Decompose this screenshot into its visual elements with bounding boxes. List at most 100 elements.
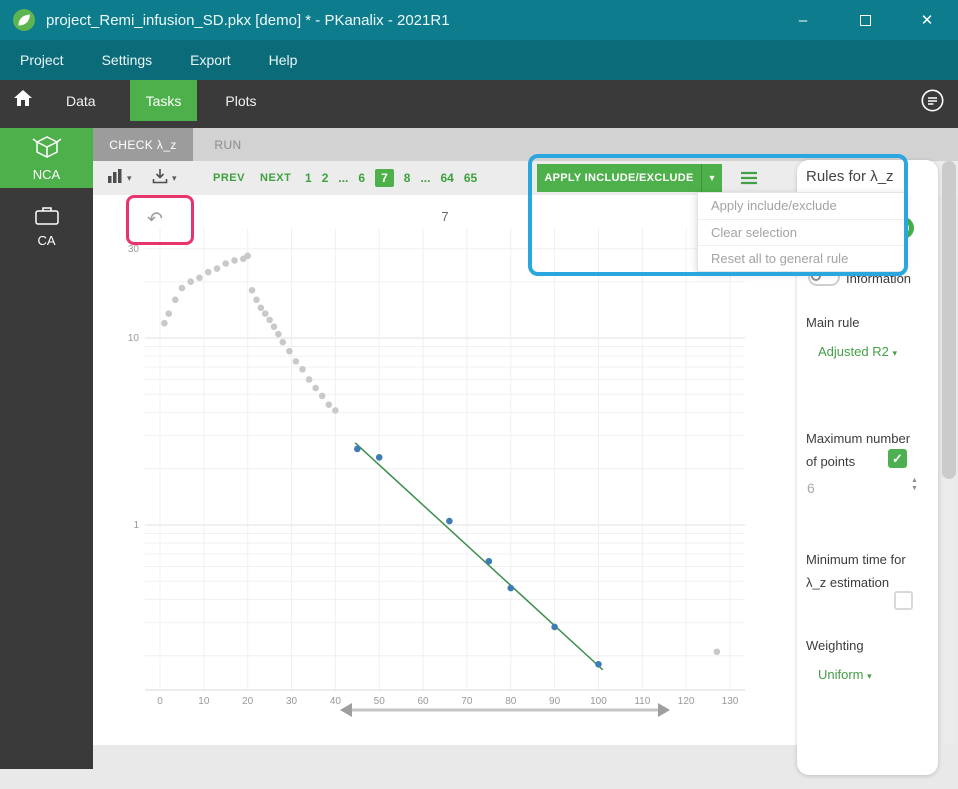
home-icon xyxy=(13,89,33,112)
chevron-down-icon: ▾ xyxy=(172,173,177,184)
pan-left-arrow-icon[interactable] xyxy=(340,703,352,717)
scrollbar-thumb[interactable] xyxy=(942,161,956,479)
excluded-point[interactable] xyxy=(262,310,269,317)
page-button-1[interactable]: 1 xyxy=(305,171,312,185)
excluded-point[interactable] xyxy=(222,260,229,267)
excluded-point[interactable] xyxy=(275,331,282,338)
x-tick-label: 40 xyxy=(330,696,342,707)
page-selector: 1 2 ... 6 7 8 ... 64 65 xyxy=(305,161,477,195)
excluded-point[interactable] xyxy=(258,305,265,312)
sidebar-item-ca[interactable]: CA xyxy=(0,197,93,255)
home-button[interactable] xyxy=(0,80,46,121)
tab-run[interactable]: RUN xyxy=(193,128,263,161)
maximize-button[interactable] xyxy=(834,0,896,40)
excluded-point[interactable] xyxy=(205,269,212,276)
excluded-point[interactable] xyxy=(714,648,721,655)
excluded-point[interactable] xyxy=(312,385,319,392)
menu-settings[interactable]: Settings xyxy=(102,52,153,68)
page-button-6[interactable]: 6 xyxy=(358,171,365,185)
task-sidebar: NCA CA xyxy=(0,121,93,769)
excluded-point[interactable] xyxy=(279,339,286,346)
pan-right-arrow-icon[interactable] xyxy=(658,703,670,717)
page-button-8[interactable]: 8 xyxy=(404,171,411,185)
excluded-point[interactable] xyxy=(266,317,273,324)
excluded-point[interactable] xyxy=(244,253,251,260)
menu-item-clear-selection[interactable]: Clear selection xyxy=(698,219,905,245)
excluded-point[interactable] xyxy=(293,358,300,365)
page-button-2[interactable]: 2 xyxy=(322,171,329,185)
plot-menu-button[interactable] xyxy=(735,165,763,191)
prev-page-button[interactable]: PREV xyxy=(213,161,245,195)
excluded-point[interactable] xyxy=(214,265,221,272)
included-point[interactable] xyxy=(595,661,602,668)
excluded-point[interactable] xyxy=(179,285,186,292)
weighting-select[interactable]: Uniform ▾ xyxy=(818,667,872,682)
sidebar-item-nca[interactable]: NCA xyxy=(0,128,93,188)
included-point[interactable] xyxy=(507,585,514,592)
max-points-input[interactable]: 6 xyxy=(807,480,815,496)
nav-tab-plots[interactable]: Plots xyxy=(205,80,276,121)
excluded-point[interactable] xyxy=(165,310,172,317)
menu-export[interactable]: Export xyxy=(190,52,230,68)
window-controls: – ✕ xyxy=(772,0,958,40)
excluded-point[interactable] xyxy=(172,297,179,304)
page-button-64[interactable]: 64 xyxy=(440,171,453,185)
feedback-chat-icon[interactable] xyxy=(921,89,944,112)
excluded-point[interactable] xyxy=(187,278,194,285)
main-rule-select[interactable]: Adjusted R2 ▾ xyxy=(818,344,897,359)
max-points-stepper[interactable]: ▲ ▼ xyxy=(911,477,918,492)
page-button-65[interactable]: 65 xyxy=(464,171,477,185)
y-tick-label: 30 xyxy=(128,244,140,255)
page-button-7-active[interactable]: 7 xyxy=(375,169,394,187)
min-time-checkbox[interactable] xyxy=(894,591,913,610)
apply-include-exclude-button[interactable]: APPLY INCLUDE/EXCLUDE xyxy=(537,164,701,192)
nav-tab-data[interactable]: Data xyxy=(46,80,116,121)
apply-dropdown-caret[interactable]: ▾ xyxy=(701,164,722,192)
excluded-point[interactable] xyxy=(306,376,313,383)
minimize-button[interactable]: – xyxy=(772,0,834,40)
export-plot-button[interactable]: ▾ xyxy=(152,163,177,193)
plot-display-options-button[interactable]: ▾ xyxy=(107,163,132,193)
rules-panel-title: Rules for λ_z xyxy=(806,168,894,185)
close-button[interactable]: ✕ xyxy=(896,0,958,40)
x-tick-label: 0 xyxy=(157,696,163,707)
x-tick-label: 110 xyxy=(634,696,650,707)
excluded-point[interactable] xyxy=(196,274,203,281)
menu-project[interactable]: Project xyxy=(20,52,64,68)
tab-check-lambda-z[interactable]: CHECK λ_z xyxy=(93,128,193,161)
download-icon xyxy=(152,168,168,189)
included-point[interactable] xyxy=(486,558,493,565)
menu-help[interactable]: Help xyxy=(269,52,298,68)
excluded-point[interactable] xyxy=(319,393,326,400)
menu-item-apply-include-exclude[interactable]: Apply include/exclude xyxy=(698,193,905,219)
spin-down-icon[interactable]: ▼ xyxy=(911,485,918,492)
app-window: project_Remi_infusion_SD.pkx [demo] * - … xyxy=(0,0,958,789)
menu-item-reset-general-rule[interactable]: Reset all to general rule xyxy=(698,245,905,271)
excluded-point[interactable] xyxy=(286,348,293,355)
excluded-point[interactable] xyxy=(249,287,256,294)
spin-up-icon[interactable]: ▲ xyxy=(911,477,918,484)
excluded-point[interactable] xyxy=(161,320,168,327)
main-rule-value: Adjusted R2 xyxy=(818,344,889,359)
undo-zoom-button[interactable]: ↶ xyxy=(140,204,170,234)
vertical-scrollbar[interactable] xyxy=(942,161,956,745)
excluded-point[interactable] xyxy=(271,323,278,330)
max-points-checkbox[interactable]: ✓ xyxy=(888,449,907,468)
excluded-point[interactable] xyxy=(299,366,306,373)
included-point[interactable] xyxy=(551,624,558,631)
toggle-knob xyxy=(811,271,821,281)
excluded-point[interactable] xyxy=(231,257,238,264)
excluded-point[interactable] xyxy=(253,297,260,304)
nav-tab-tasks[interactable]: Tasks xyxy=(130,80,198,121)
included-point[interactable] xyxy=(376,454,383,461)
nca-plot[interactable]: 0102030405060708090100110120130110307 xyxy=(93,195,797,745)
excluded-point[interactable] xyxy=(326,401,333,408)
x-tick-label: 10 xyxy=(198,696,210,707)
excluded-point[interactable] xyxy=(332,407,339,414)
included-point[interactable] xyxy=(446,518,453,525)
included-point[interactable] xyxy=(354,446,361,453)
x-tick-label: 130 xyxy=(722,696,739,707)
bar-chart-icon xyxy=(107,168,123,189)
next-page-button[interactable]: NEXT xyxy=(260,161,291,195)
x-tick-label: 30 xyxy=(286,696,298,707)
